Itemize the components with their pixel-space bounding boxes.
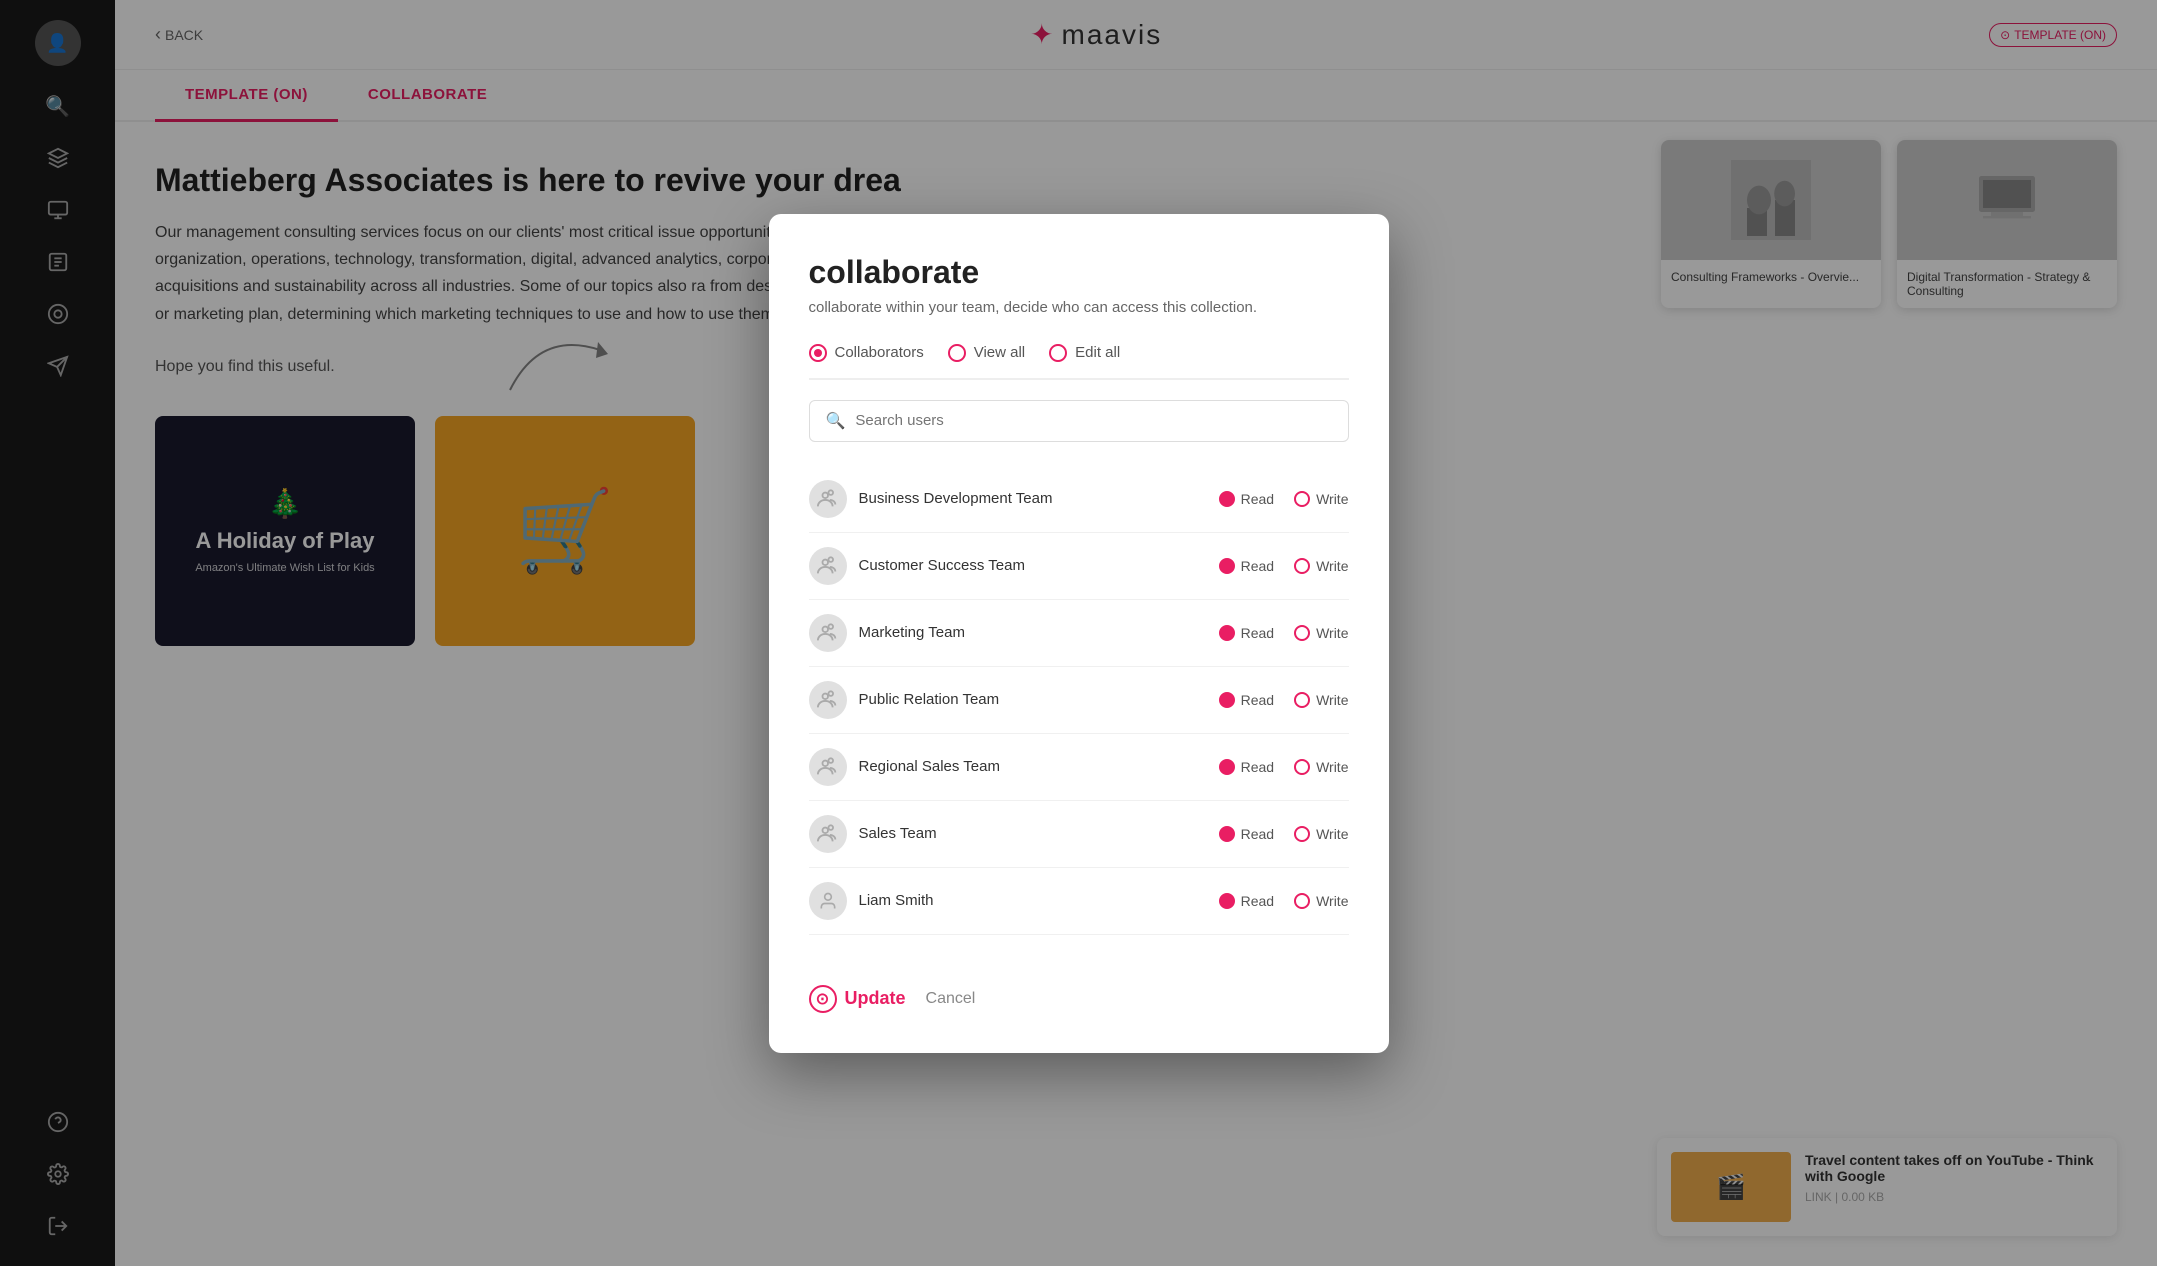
perm-read[interactable]: Read — [1219, 558, 1274, 574]
team-permissions: Read Write — [1219, 759, 1349, 775]
search-input[interactable] — [855, 412, 1331, 429]
perm-read[interactable]: Read — [1219, 625, 1274, 641]
search-icon: 🔍 — [826, 411, 846, 431]
write-radio[interactable] — [1294, 625, 1310, 641]
team-name: Business Development Team — [859, 490, 1207, 507]
team-permissions: Read Write — [1219, 692, 1349, 708]
write-radio[interactable] — [1294, 759, 1310, 775]
tab-view-all[interactable]: View all — [948, 344, 1025, 362]
perm-write[interactable]: Write — [1294, 558, 1348, 574]
perm-write[interactable]: Write — [1294, 826, 1348, 842]
tab-edit-all[interactable]: Edit all — [1049, 344, 1120, 362]
team-permissions: Read Write — [1219, 491, 1349, 507]
write-radio[interactable] — [1294, 893, 1310, 909]
write-radio[interactable] — [1294, 826, 1310, 842]
read-radio[interactable] — [1219, 893, 1235, 909]
tab-collaborators[interactable]: Collaborators — [809, 344, 924, 362]
modal-footer: ⊙ Update Cancel — [809, 965, 1349, 1013]
read-radio[interactable] — [1219, 759, 1235, 775]
viewall-label: View all — [974, 344, 1025, 361]
user-search-box[interactable]: 🔍 — [809, 400, 1349, 442]
write-radio[interactable] — [1294, 558, 1310, 574]
read-radio[interactable] — [1219, 491, 1235, 507]
perm-read[interactable]: Read — [1219, 491, 1274, 507]
modal-title: collaborate — [809, 254, 1349, 291]
perm-read[interactable]: Read — [1219, 759, 1274, 775]
person-name: Liam Smith — [859, 892, 1207, 909]
read-radio[interactable] — [1219, 692, 1235, 708]
collaborators-label: Collaborators — [835, 344, 924, 361]
perm-write[interactable]: Write — [1294, 625, 1348, 641]
team-row-person: Liam Smith Read Write — [809, 868, 1349, 935]
team-avatar — [809, 614, 847, 652]
permission-tabs: Collaborators View all Edit all — [809, 344, 1349, 380]
update-circle-icon: ⊙ — [809, 985, 837, 1013]
perm-write[interactable]: Write — [1294, 893, 1348, 909]
team-permissions: Read Write — [1219, 625, 1349, 641]
viewall-radio[interactable] — [948, 344, 966, 362]
editall-radio[interactable] — [1049, 344, 1067, 362]
collaborate-modal: collaborate collaborate within your team… — [769, 214, 1389, 1053]
team-name: Regional Sales Team — [859, 758, 1207, 775]
team-row: Customer Success Team Read Write — [809, 533, 1349, 600]
perm-write[interactable]: Write — [1294, 759, 1348, 775]
team-name: Sales Team — [859, 825, 1207, 842]
team-avatar — [809, 547, 847, 585]
team-row: Regional Sales Team Read Write — [809, 734, 1349, 801]
team-avatar — [809, 480, 847, 518]
read-radio[interactable] — [1219, 625, 1235, 641]
modal-overlay[interactable]: collaborate collaborate within your team… — [0, 0, 2157, 1266]
team-permissions: Read Write — [1219, 558, 1349, 574]
perm-write[interactable]: Write — [1294, 692, 1348, 708]
team-name: Customer Success Team — [859, 557, 1207, 574]
person-avatar — [809, 882, 847, 920]
team-row: Sales Team Read Write — [809, 801, 1349, 868]
write-radio[interactable] — [1294, 692, 1310, 708]
perm-read[interactable]: Read — [1219, 692, 1274, 708]
team-name: Marketing Team — [859, 624, 1207, 641]
perm-read[interactable]: Read — [1219, 893, 1274, 909]
collaborators-radio[interactable] — [809, 344, 827, 362]
read-radio[interactable] — [1219, 826, 1235, 842]
write-radio[interactable] — [1294, 491, 1310, 507]
team-name: Public Relation Team — [859, 691, 1207, 708]
team-permissions: Read Write — [1219, 826, 1349, 842]
team-avatar — [809, 681, 847, 719]
team-row: Marketing Team Read Write — [809, 600, 1349, 667]
cancel-button[interactable]: Cancel — [926, 990, 976, 1008]
read-radio[interactable] — [1219, 558, 1235, 574]
modal-subtitle: collaborate within your team, decide who… — [809, 299, 1349, 316]
update-button[interactable]: ⊙ Update — [809, 985, 906, 1013]
team-avatar — [809, 815, 847, 853]
team-permissions: Read Write — [1219, 893, 1349, 909]
perm-read[interactable]: Read — [1219, 826, 1274, 842]
team-row: Business Development Team Read Write — [809, 466, 1349, 533]
perm-write[interactable]: Write — [1294, 491, 1348, 507]
editall-label: Edit all — [1075, 344, 1120, 361]
team-row: Public Relation Team Read Write — [809, 667, 1349, 734]
team-avatar — [809, 748, 847, 786]
team-list: Business Development Team Read Write — [809, 466, 1349, 935]
update-label: Update — [845, 988, 906, 1009]
